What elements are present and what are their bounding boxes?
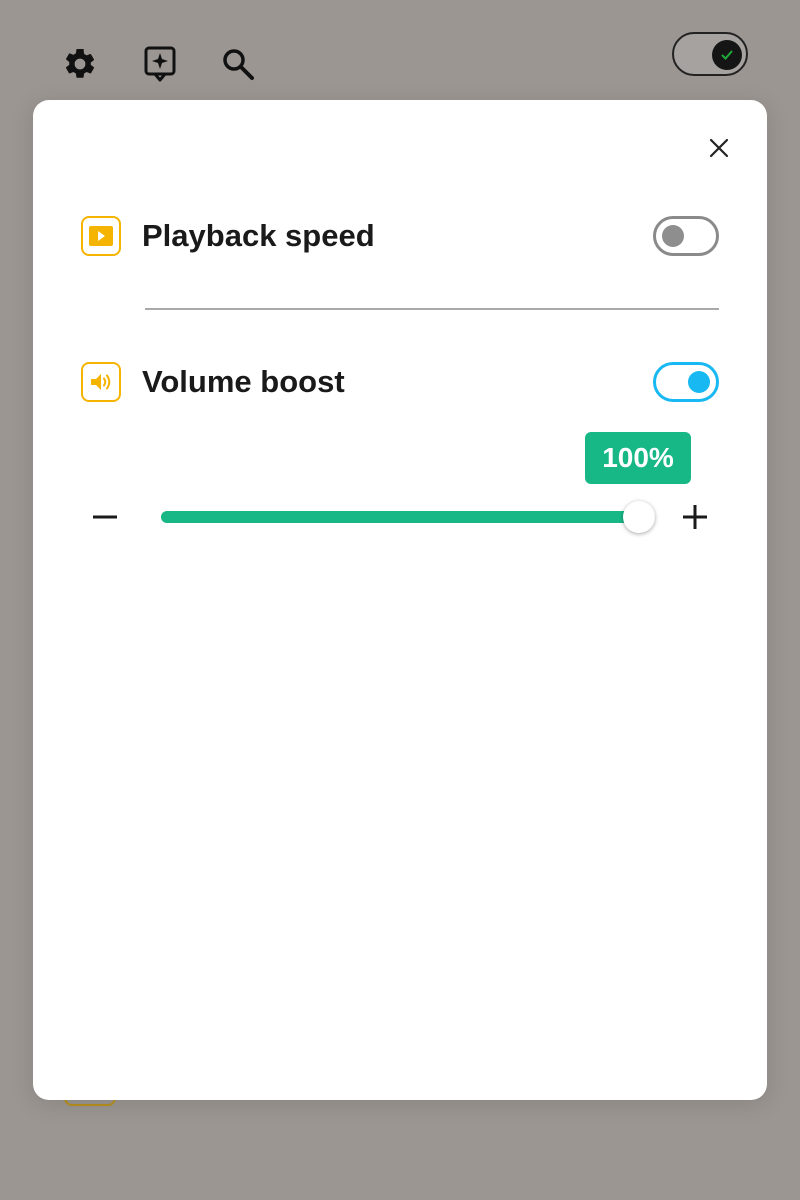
search-icon[interactable] bbox=[218, 44, 258, 84]
settings-dialog: Playback speed Volume boost 100% bbox=[33, 100, 767, 1100]
feedback-icon[interactable] bbox=[140, 44, 180, 84]
close-icon[interactable] bbox=[699, 128, 739, 168]
playback-speed-label: Playback speed bbox=[142, 218, 375, 253]
theme-toggle[interactable] bbox=[672, 32, 748, 76]
speaker-icon bbox=[81, 362, 121, 402]
minus-icon[interactable] bbox=[83, 495, 127, 539]
volume-value-badge: 100% bbox=[585, 432, 691, 484]
toggle-knob bbox=[662, 225, 684, 247]
plus-icon[interactable] bbox=[673, 495, 717, 539]
playback-speed-toggle[interactable] bbox=[653, 216, 719, 256]
toggle-knob bbox=[688, 371, 710, 393]
divider bbox=[145, 308, 719, 310]
slider-fill bbox=[161, 511, 655, 523]
play-icon bbox=[81, 216, 121, 256]
gear-icon[interactable] bbox=[60, 44, 100, 84]
volume-slider[interactable] bbox=[161, 500, 656, 534]
slider-thumb[interactable] bbox=[623, 501, 656, 533]
volume-boost-label: Volume boost bbox=[142, 364, 345, 399]
volume-boost-toggle[interactable] bbox=[653, 362, 719, 402]
checkmark-icon bbox=[712, 40, 742, 70]
